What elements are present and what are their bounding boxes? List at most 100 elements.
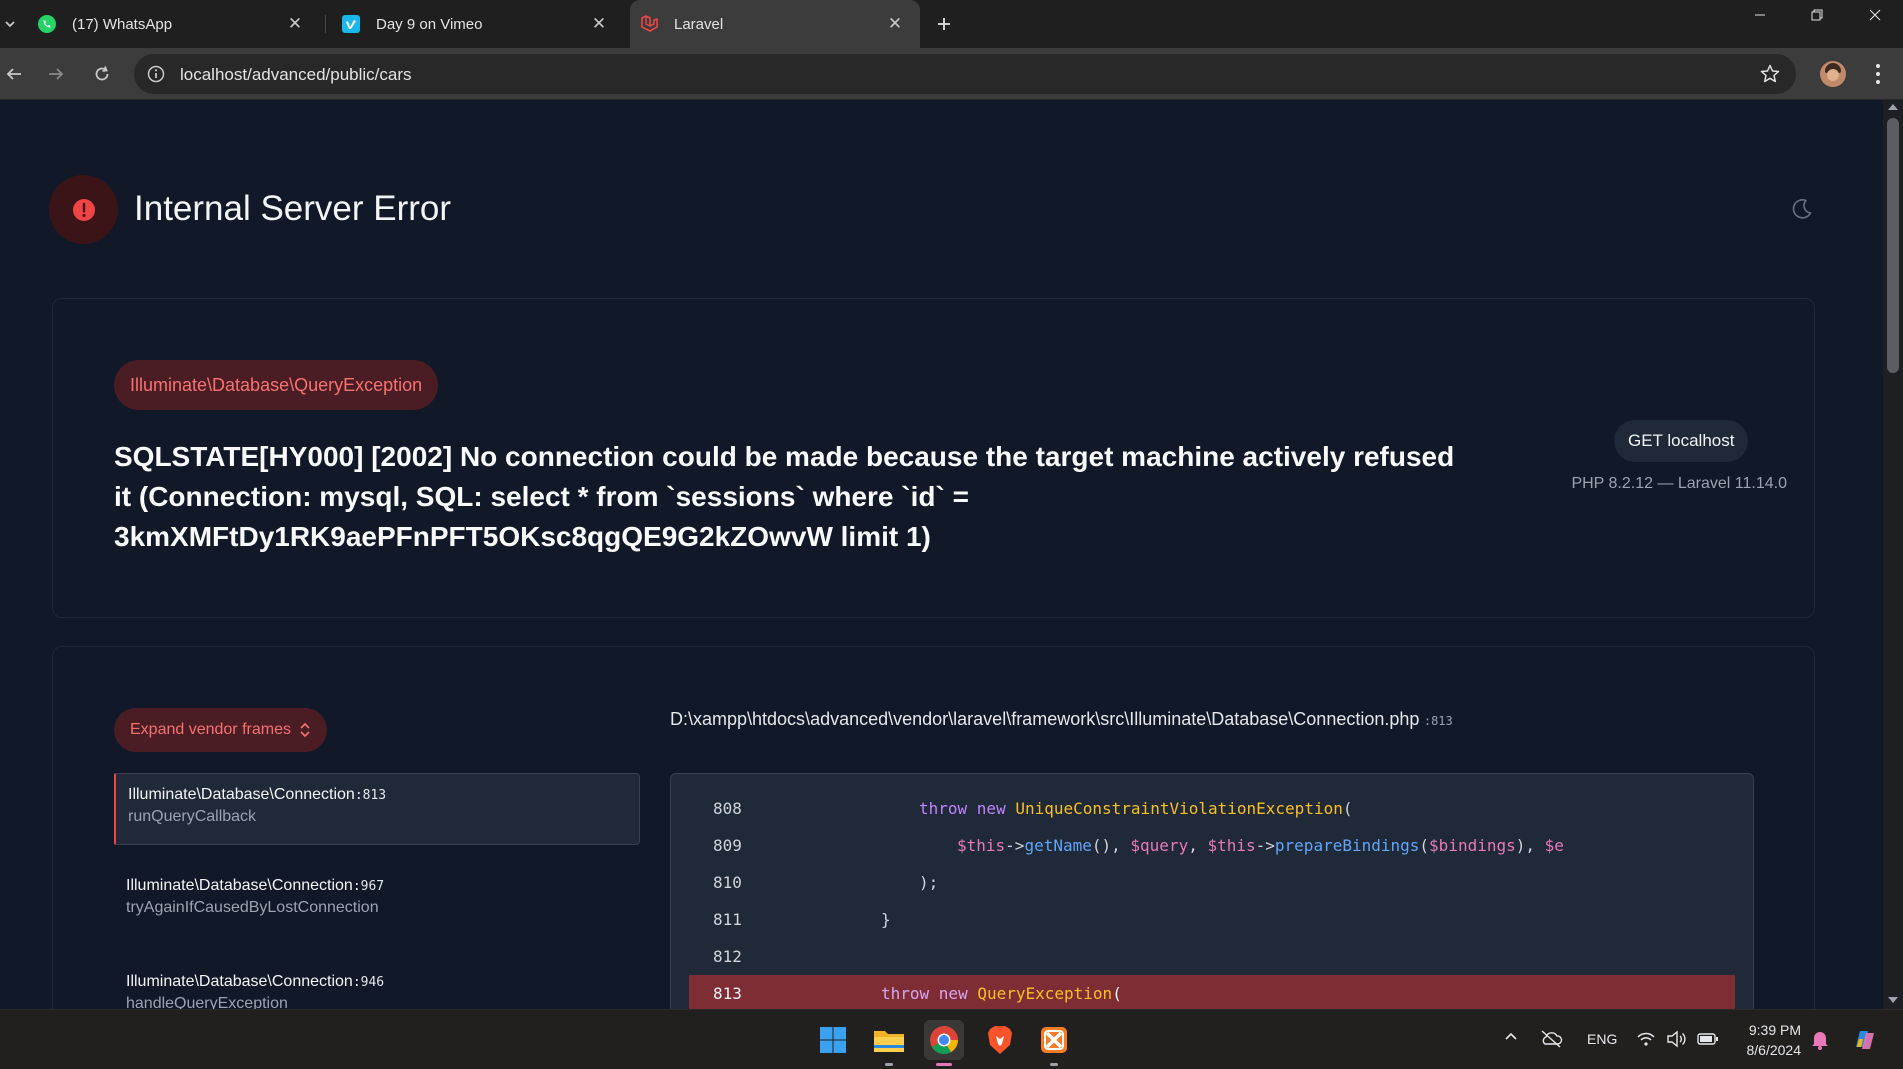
copilot-icon[interactable] [1850,1025,1880,1055]
tray-overflow-button[interactable] [1503,1029,1523,1049]
frame-line: :967 [352,879,385,894]
version-info: PHP 8.2.12 — Laravel 11.14.0 [1571,475,1787,492]
chevron-up-down-icon [300,722,310,738]
minimize-button[interactable] [1740,0,1780,30]
scroll-up-arrow-icon[interactable] [1888,104,1898,110]
clock-date: 8/6/2024 [1746,1042,1802,1058]
arrow-left-icon [6,68,21,80]
code-line: 812 [671,938,1753,975]
frame-method: runQueryCallback [128,808,257,825]
scroll-down-arrow-icon[interactable] [1888,997,1898,1003]
language-indicator[interactable]: ENG [1587,1031,1617,1047]
whatsapp-icon [36,13,58,35]
avatar[interactable] [1820,61,1846,87]
browser-tab-bar: (17) WhatsApp ✕ Day 9 on Vimeo ✕ Laravel… [0,0,1903,48]
frame-method: handleQueryException [126,995,288,1009]
expand-vendor-frames-button[interactable]: Expand vendor frames [114,708,327,752]
expand-vendor-frames-label: Expand vendor frames [130,721,291,738]
tab-whatsapp[interactable]: (17) WhatsApp ✕ [36,0,320,48]
address-bar[interactable]: localhost/advanced/public/cars [134,54,1796,94]
clock[interactable]: 9:39 PM 8/6/2024 [1733,1020,1802,1060]
new-tab-button[interactable] [930,10,958,38]
request-method-host: GET localhost [1628,431,1735,450]
restore-button[interactable] [1797,0,1837,30]
tab-title: Day 9 on Vimeo [376,15,483,33]
code-line: 808 throw new UniqueConstraintViolationE… [671,790,1753,827]
reload-button[interactable] [88,60,116,88]
exception-class: Illuminate\Database\QueryException [130,374,423,395]
arrow-right-icon [49,68,64,80]
back-button[interactable] [0,60,28,88]
scrollbar-thumb[interactable] [1887,118,1899,373]
tab-separator [325,15,326,33]
code-line-number: 811 [713,910,742,929]
tab-title: (17) WhatsApp [72,15,173,33]
code-line-number: 810 [713,873,742,892]
chrome-icon [930,1026,958,1054]
tab-search-button[interactable] [0,12,20,36]
close-icon[interactable]: ✕ [884,13,906,35]
code-snippet: 808 throw new UniqueConstraintViolationE… [670,773,1754,1009]
frame-line: :946 [352,975,385,990]
battery-icon[interactable] [1697,1030,1719,1048]
tab-laravel[interactable]: Laravel ✕ [630,0,920,48]
error-icon [49,175,118,244]
chrome-taskbar-button[interactable] [924,1020,964,1066]
windows-taskbar: ENG 9:39 PM 8/6/2024 [0,1009,1903,1069]
stack-frame[interactable]: Illuminate\Database\Connection:946 handl… [114,961,640,1009]
reload-icon [95,66,109,81]
file-line-number: :813 [1423,714,1453,728]
forward-button[interactable] [42,60,70,88]
start-button[interactable] [813,1020,853,1060]
moon-icon [1792,199,1812,219]
exception-card: Illuminate\Database\QueryException SQLST… [52,298,1815,618]
vimeo-icon [340,13,362,35]
file-path-text: D:\xampp\htdocs\advanced\vendor\laravel\… [670,709,1420,729]
wifi-icon[interactable] [1636,1029,1656,1049]
xampp-icon [1041,1027,1067,1053]
frame-class: Illuminate\Database\Connection [126,973,353,990]
stack-trace-card: Expand vendor frames Illuminate\Database… [52,646,1815,1009]
exception-message: SQLSTATE[HY000] [2002] No connection cou… [114,441,1455,552]
tab-vimeo[interactable]: Day 9 on Vimeo ✕ [340,0,624,48]
code-line-number: 812 [713,947,742,966]
close-icon[interactable]: ✕ [588,13,610,35]
notification-bell-icon[interactable] [1810,1029,1830,1051]
page-scrollbar[interactable] [1883,100,1903,1009]
onedrive-offline-icon[interactable] [1539,1029,1563,1049]
volume-icon[interactable] [1666,1029,1688,1049]
browser-toolbar: localhost/advanced/public/cars [0,48,1903,100]
request-badge: GET localhost [1614,420,1749,462]
code-line-number: 808 [713,799,742,818]
minimize-icon [1755,14,1765,16]
brave-taskbar-button[interactable] [980,1020,1020,1060]
plus-icon [938,18,950,30]
close-window-button[interactable] [1855,0,1895,30]
file-explorer-button[interactable] [869,1020,909,1066]
code-line-highlighted: 813 throw new QueryException( [689,975,1735,1009]
restore-icon [1811,9,1823,21]
windows-start-icon [820,1027,846,1053]
xampp-taskbar-button[interactable] [1034,1020,1074,1066]
close-icon[interactable]: ✕ [284,13,306,35]
dark-mode-toggle[interactable] [1789,196,1815,222]
code-line: 810 ); [671,864,1753,901]
chevron-up-icon [1505,1032,1517,1040]
url-text: localhost/advanced/public/cars [180,65,412,84]
code-line-number: 809 [713,836,742,855]
code-line: 809 $this->getName(), $query, $this->pre… [671,827,1753,864]
stack-frame[interactable]: Illuminate\Database\Connection:813 runQu… [114,773,640,845]
frame-class: Illuminate\Database\Connection [128,786,355,803]
site-info-icon[interactable] [146,64,166,84]
code-line-number: 813 [713,984,742,1003]
code-line: 811 } [671,901,1753,938]
tab-title: Laravel [674,15,724,33]
bookmark-star-icon[interactable] [1759,63,1781,85]
stack-frame[interactable]: Illuminate\Database\Connection:967 tryAg… [114,865,640,937]
exception-class-badge: Illuminate\Database\QueryException [114,360,439,410]
error-page: Internal Server Error Illuminate\Databas… [0,100,1883,1009]
file-path: D:\xampp\htdocs\advanced\vendor\laravel\… [670,709,1453,730]
close-icon [1869,9,1881,21]
laravel-icon [638,13,660,35]
menu-kebab-icon[interactable] [1868,61,1888,87]
